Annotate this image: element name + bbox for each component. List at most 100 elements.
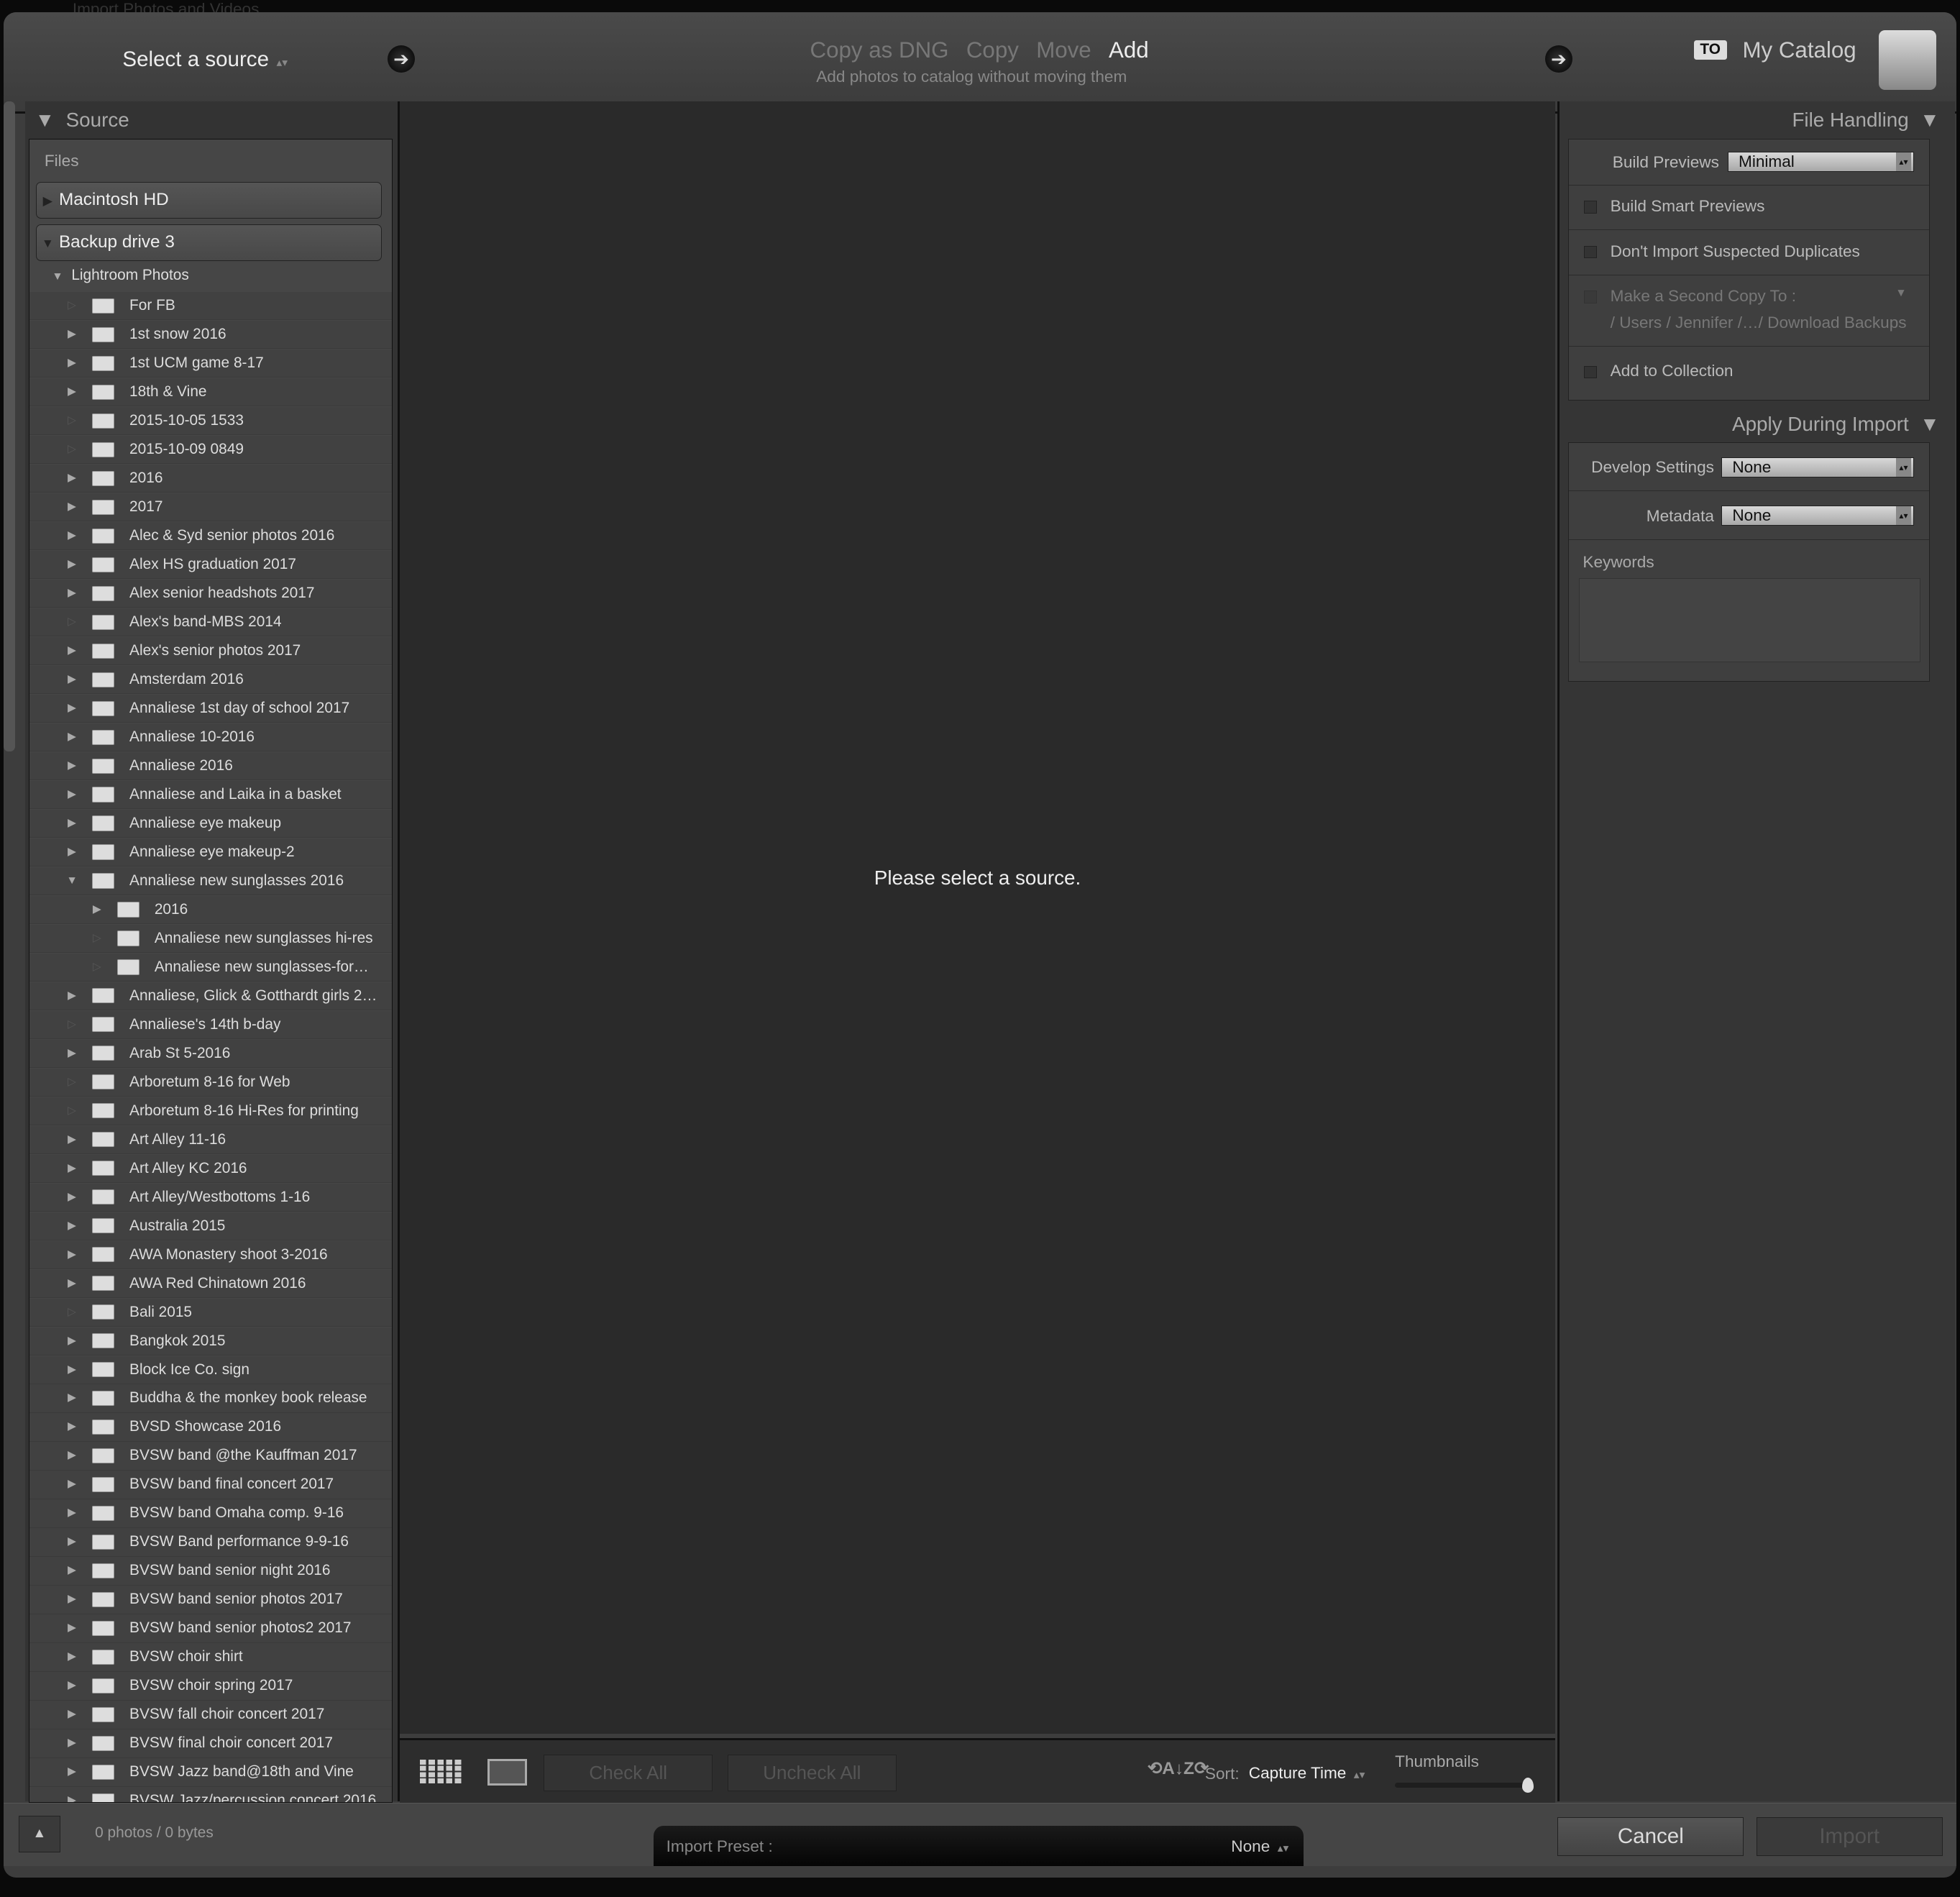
volume-backup-drive-3[interactable]: ▼ Backup drive 3 (35, 224, 383, 261)
folder-item[interactable]: ▶ BVSW Jazz/percussion concert 2016 (29, 1787, 393, 1803)
disclosure-right-icon[interactable]: ▶ (65, 378, 80, 406)
disclosure-right-icon[interactable]: ▷ (65, 1299, 80, 1326)
disclosure-right-icon[interactable]: ▶ (65, 1327, 80, 1355)
folder-item[interactable]: ▶ BVSW fall choir concert 2017 (29, 1701, 393, 1729)
slider-handle[interactable] (1522, 1777, 1534, 1793)
disclosure-right-icon[interactable]: ▶ (65, 695, 80, 722)
disclosure-right-icon[interactable]: ▶ (65, 1787, 80, 1802)
disclosure-right-icon[interactable]: ▷ (65, 608, 80, 636)
mode-move[interactable]: Move (1036, 37, 1091, 63)
disclosure-right-icon[interactable]: ▶ (65, 551, 80, 578)
keywords-input[interactable] (1579, 578, 1921, 662)
loupe-view-icon[interactable] (487, 1758, 527, 1786)
file-handling-header[interactable]: File Handling ▼ (1792, 109, 1939, 132)
folder-item[interactable]: ▶ Bangkok 2015 (29, 1327, 393, 1356)
folder-item[interactable]: ▶ BVSW band Omaha comp. 9-16 (29, 1499, 393, 1528)
folder-item[interactable]: ▷ 2015-10-09 0849 (29, 435, 393, 465)
no-duplicates-checkbox[interactable] (1584, 245, 1597, 259)
disclosure-right-icon[interactable]: ▶ (65, 1384, 80, 1412)
folder-item[interactable]: ▶ BVSW Jazz band@18th and Vine (29, 1758, 393, 1787)
disclosure-right-icon[interactable]: ▶ (65, 1729, 80, 1757)
disclosure-right-icon[interactable]: ▶ (65, 1701, 80, 1728)
folder-item[interactable]: ▶ Buddha & the monkey book release (29, 1384, 393, 1413)
grid-view-icon[interactable] (420, 1760, 463, 1786)
folder-item[interactable]: ▶ AWA Red Chinatown 2016 (29, 1269, 393, 1298)
folder-item[interactable]: ▶ 1st UCM game 8-17 (29, 349, 393, 378)
disclosure-right-icon[interactable]: ▶ (65, 1528, 80, 1555)
disclosure-right-icon[interactable]: ▶ (65, 1672, 80, 1699)
folder-item[interactable]: ▶ Annaliese eye makeup (29, 809, 393, 838)
disclosure-right-icon[interactable]: ▶ (65, 1212, 80, 1240)
folder-item[interactable]: ▶ Arab St 5-2016 (29, 1039, 393, 1068)
sort-dropdown[interactable]: Capture Time ▴▾ (1249, 1764, 1365, 1783)
disclosure-right-icon[interactable]: ▷ (89, 954, 104, 981)
disclosure-right-icon[interactable]: ▶ (65, 1270, 80, 1297)
import-preset-dropdown[interactable]: Import Preset : None ▴▾ (654, 1826, 1304, 1866)
folder-item[interactable]: ▷ Arboretum 8-16 for Web (29, 1068, 393, 1097)
catalog-name[interactable]: My Catalog (1742, 37, 1856, 63)
left-scrollbar[interactable] (4, 101, 15, 751)
thumbnail-size-slider[interactable] (1395, 1782, 1525, 1788)
folder-item[interactable]: ▷ Annaliese new sunglasses hi-res (29, 924, 393, 953)
folder-item[interactable]: ▷ Bali 2015 (29, 1298, 393, 1327)
folder-item[interactable]: ▶ 2016 (29, 464, 393, 493)
folder-item[interactable]: ▶ Alex senior headshots 2017 (29, 579, 393, 608)
metadata-dropdown[interactable]: None ▴▾ (1721, 506, 1915, 526)
folder-item[interactable]: ▶ Annaliese 1st day of school 2017 (29, 694, 393, 723)
folder-item[interactable]: ▶ BVSW choir spring 2017 (29, 1672, 393, 1701)
folder-item[interactable]: ▶ 1st snow 2016 (29, 321, 393, 349)
disclosure-right-icon[interactable]: ▶ (65, 838, 80, 866)
second-copy-checkbox[interactable] (1584, 291, 1597, 303)
disclosure-right-icon[interactable]: ▶ (65, 1643, 80, 1670)
folder-item[interactable]: ▶ Art Alley 11-16 (29, 1125, 393, 1154)
folder-item[interactable]: ▶ BVSW Band performance 9-9-16 (29, 1528, 393, 1557)
import-button[interactable]: Import (1756, 1817, 1943, 1857)
folder-item[interactable]: ▶ Art Alley KC 2016 (29, 1154, 393, 1183)
disclosure-right-icon[interactable]: ▶ (65, 723, 80, 751)
uncheck-all-button[interactable]: Uncheck All (727, 1755, 897, 1792)
disclosure-right-icon[interactable]: ▶ (65, 1126, 80, 1153)
smart-previews-checkbox[interactable] (1584, 201, 1597, 214)
disclosure-right-icon[interactable]: ▶ (65, 1413, 80, 1440)
folder-item[interactable]: ▶ BVSW band @the Kauffman 2017 (29, 1442, 393, 1471)
disclosure-right-icon[interactable]: ▶ (65, 522, 80, 549)
destination-arrow-icon[interactable]: ➔ (1544, 45, 1572, 73)
folder-item[interactable]: ▶ Annaliese 10-2016 (29, 723, 393, 752)
disclosure-right-icon[interactable]: ▶ (65, 1442, 80, 1469)
disclosure-right-icon[interactable]: ▶ (65, 1241, 80, 1269)
folder-item[interactable]: ▷ For FB (29, 292, 393, 321)
collapse-up-icon[interactable]: ▲ (19, 1816, 60, 1852)
disclosure-right-icon[interactable]: ▶ (65, 810, 80, 837)
disclosure-right-icon[interactable]: ▶ (65, 349, 80, 377)
folder-item[interactable]: ▶ BVSW band senior photos 2017 (29, 1586, 393, 1614)
folder-item[interactable]: ▶ Annaliese, Glick & Gotthardt girls 2… (29, 982, 393, 1010)
disclosure-right-icon[interactable]: ▶ (65, 1557, 80, 1584)
mode-add[interactable]: Add (1109, 37, 1149, 63)
sort-direction-icon[interactable]: ⟲A↓Z⟳ (1148, 1757, 1209, 1779)
disclosure-right-icon[interactable]: ▷ (65, 292, 80, 319)
disclosure-right-icon[interactable]: ▶ (65, 493, 80, 521)
folder-item[interactable]: ▷ Annaliese new sunglasses-for… (29, 953, 393, 982)
folder-item[interactable]: ▷ Arboretum 8-16 Hi-Res for printing (29, 1097, 393, 1125)
disclosure-down-icon[interactable]: ▼ (65, 867, 80, 895)
folder-item[interactable]: ▼ Annaliese new sunglasses 2016 (29, 867, 393, 895)
disclosure-right-icon[interactable]: ▶ (65, 1471, 80, 1498)
folder-item[interactable]: ▶ Annaliese 2016 (29, 751, 393, 781)
mode-copy-as-dng[interactable]: Copy as DNG (810, 37, 949, 63)
disclosure-right-icon[interactable]: ▶ (65, 580, 80, 607)
folder-item[interactable]: ▶ Annaliese eye makeup-2 (29, 838, 393, 867)
folder-item[interactable]: ▶ BVSW band final concert 2017 (29, 1471, 393, 1499)
folder-item[interactable]: ▶ AWA Monastery shoot 3-2016 (29, 1240, 393, 1269)
folder-item[interactable]: ▶ Amsterdam 2016 (29, 665, 393, 695)
build-previews-dropdown[interactable]: Minimal ▴▾ (1728, 152, 1915, 173)
disclosure-right-icon[interactable]: ▶ (65, 781, 80, 808)
disclosure-right-icon[interactable]: ▶ (65, 1356, 80, 1384)
volume-macintosh-hd[interactable]: ▶ Macintosh HD (35, 182, 383, 219)
disclosure-right-icon[interactable]: ▶ (65, 666, 80, 693)
disclosure-right-icon[interactable]: ▶ (65, 1040, 80, 1067)
develop-settings-dropdown[interactable]: None ▴▾ (1721, 457, 1915, 477)
disclosure-right-icon[interactable]: ▶ (65, 982, 80, 1010)
disclosure-right-icon[interactable]: ▶ (65, 1586, 80, 1613)
folder-item[interactable]: ▶ Australia 2015 (29, 1212, 393, 1240)
disclosure-right-icon[interactable]: ▷ (89, 925, 104, 952)
